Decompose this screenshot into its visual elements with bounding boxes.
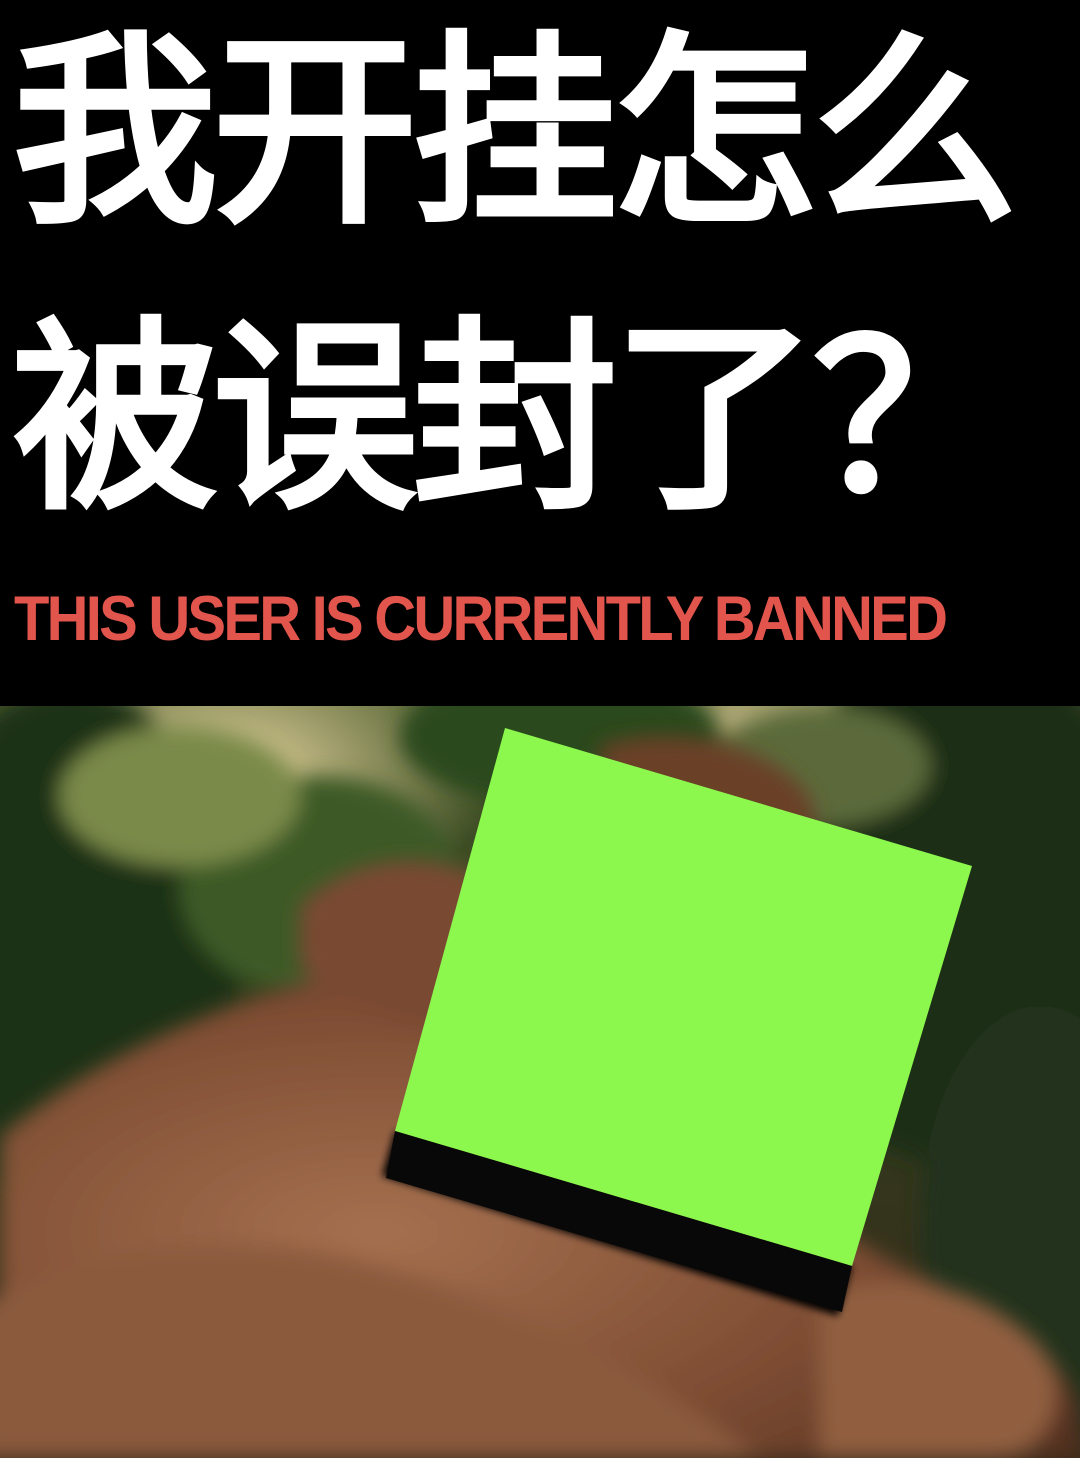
headline-line-2: 被误封了？	[12, 299, 1018, 539]
title-panel: 我开挂怎么 被误封了？ THIS USER IS CURRENTLY BANNE…	[0, 0, 1080, 706]
photo-hand-holding-cube	[0, 706, 1080, 1458]
banned-banner: THIS USER IS CURRENTLY BANNED	[14, 584, 948, 654]
headline-line-1: 我开挂怎么	[12, 13, 1018, 253]
hand-holding-green-cube-icon	[0, 706, 1080, 1458]
